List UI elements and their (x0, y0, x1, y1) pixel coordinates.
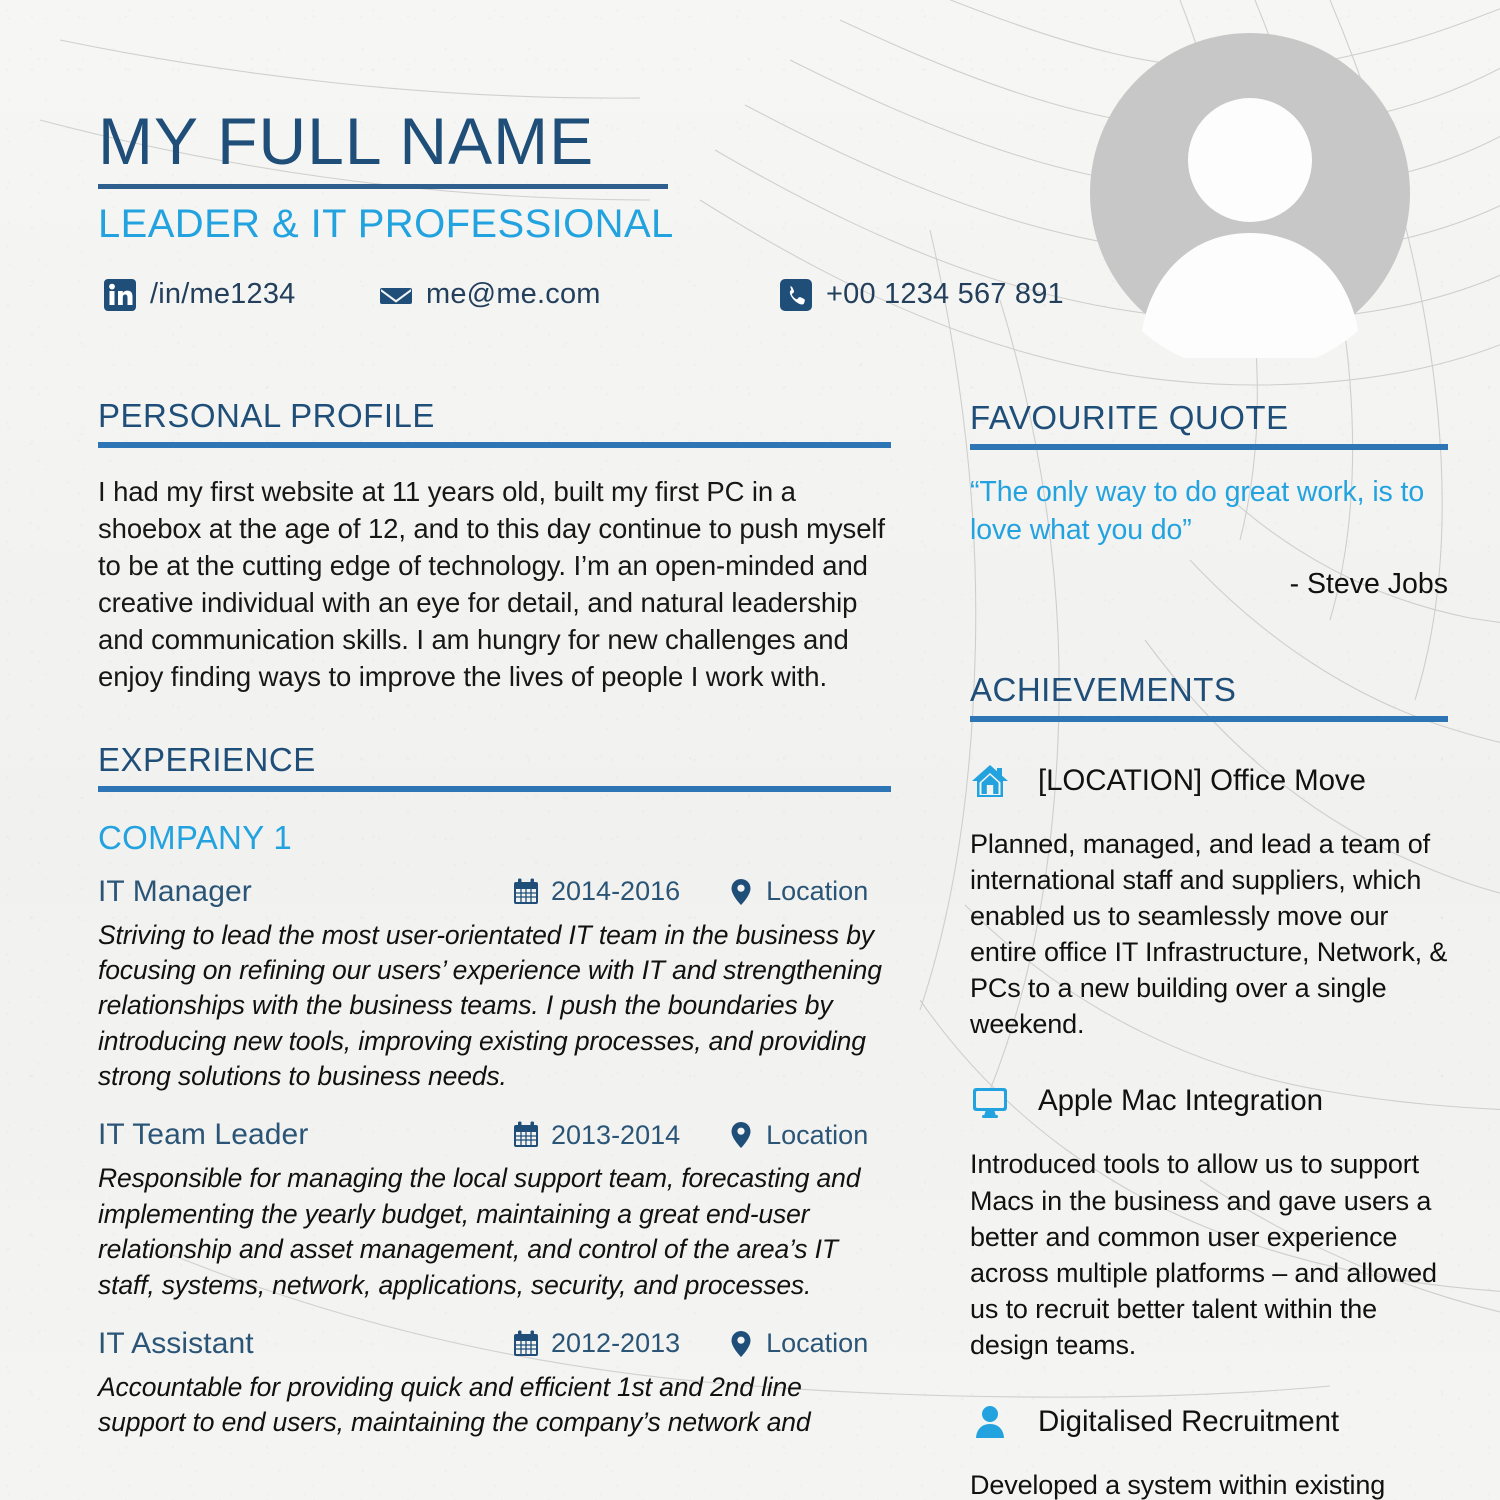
role-dates: 2012-2013 (551, 1328, 681, 1359)
experience-role: IT Manager 2014-2016 Location Striving t… (98, 873, 891, 1095)
personal-profile-text: I had my first website at 11 years old, … (98, 476, 885, 693)
role-meta: 2013-2014 Location (513, 1120, 868, 1151)
calendar-icon (514, 1121, 538, 1148)
header-block: MY FULL NAME LEADER & IT PROFESSIONAL (98, 108, 898, 245)
achievement-header: Apple Mac Integration (970, 1078, 1448, 1124)
achievement-item: [LOCATION] Office Move Planned, managed,… (970, 758, 1448, 1042)
location-pin-icon (731, 878, 751, 905)
contact-email[interactable]: me@me.com (380, 278, 601, 311)
role-dates: 2013-2014 (551, 1119, 681, 1150)
calendar-icon (514, 878, 538, 904)
achievement-title: Digitalised Recruitment (1038, 1404, 1340, 1438)
contact-linkedin-text: /in/me1234 (150, 278, 296, 310)
achievement-title: [LOCATION] Office Move (1038, 764, 1366, 798)
experience-role: IT Team Leader 2013-2014 Location Respon… (98, 1116, 891, 1303)
contact-phone[interactable]: +00 1234 567 891 (780, 278, 1064, 311)
achievement-header: Digitalised Recruitment (970, 1399, 1448, 1445)
achievements-rule (970, 716, 1448, 723)
personal-profile-heading: PERSONAL PROFILE (98, 397, 435, 434)
quote-text: “The only way to do great work, is to lo… (970, 476, 1425, 547)
role-location: Location (766, 1328, 869, 1359)
role-header-row: IT Assistant 2012-2013 Location (98, 1325, 891, 1363)
contact-row: /in/me1234 me@me.com +00 1234 567 891 (100, 278, 1100, 322)
achievement-header: [LOCATION] Office Move (970, 758, 1448, 804)
role-meta: 2012-2013 Location (513, 1328, 868, 1359)
role-description: Responsible for managing the local suppo… (98, 1163, 861, 1300)
achievement-item: Digitalised Recruitment Developed a syst… (970, 1399, 1448, 1500)
monitor-icon (973, 1088, 1007, 1119)
contact-phone-text: +00 1234 567 891 (826, 278, 1064, 310)
person-icon (976, 1405, 1004, 1438)
contact-email-text: me@me.com (426, 278, 601, 310)
linkedin-icon (104, 278, 136, 311)
location-pin-icon (731, 1122, 751, 1149)
achievement-body: Introduced tools to allow us to support … (970, 1149, 1437, 1360)
company-name: COMPANY 1 (98, 819, 293, 857)
email-icon (380, 287, 412, 304)
section-achievements: ACHIEVEMENTS [LOCATION] Office Move Plan… (970, 671, 1448, 1500)
experience-rule (98, 786, 891, 793)
achievements-heading: ACHIEVEMENTS (970, 671, 1237, 708)
role-location: Location (766, 876, 869, 907)
quote-author: - Steve Jobs (1289, 567, 1448, 600)
section-experience: EXPERIENCE COMPANY 1 IT Manager 2014-201… (98, 741, 891, 1441)
role-location: Location (766, 1119, 869, 1150)
achievement-item: Apple Mac Integration Introduced tools t… (970, 1078, 1448, 1362)
experience-role: IT Assistant 2012-2013 Location Accounta… (98, 1325, 891, 1441)
favourite-quote-heading: FAVOURITE QUOTE (970, 399, 1289, 436)
role-title: IT Assistant (98, 1326, 254, 1360)
name-underline (98, 184, 668, 189)
contact-linkedin[interactable]: /in/me1234 (104, 278, 296, 311)
page-title: MY FULL NAME (98, 104, 595, 178)
calendar-icon (514, 1330, 538, 1356)
role-header-row: IT Manager 2014-2016 Location (98, 873, 891, 911)
role-description: Striving to lead the most user-orientate… (98, 919, 882, 1092)
role-meta: 2014-2016 Location (513, 876, 868, 907)
personal-profile-rule (98, 442, 891, 449)
achievement-body: Developed a system within existing (970, 1469, 1386, 1500)
job-tagline: LEADER & IT PROFESSIONAL (98, 202, 674, 246)
achievement-body: Planned, managed, and lead a team of int… (970, 829, 1448, 1040)
role-title: IT Team Leader (98, 1118, 309, 1152)
role-header-row: IT Team Leader 2013-2014 Location (98, 1116, 891, 1154)
avatar (1090, 33, 1410, 358)
role-description: Accountable for providing quick and effi… (98, 1371, 811, 1438)
experience-heading: EXPERIENCE (98, 741, 316, 778)
role-title: IT Manager (98, 874, 252, 908)
section-personal-profile: PERSONAL PROFILE I had my first website … (98, 397, 891, 696)
home-icon (972, 765, 1008, 798)
phone-icon (780, 278, 812, 311)
location-pin-icon (731, 1330, 751, 1357)
role-dates: 2014-2016 (551, 876, 681, 907)
achievement-title: Apple Mac Integration (1038, 1084, 1323, 1118)
favourite-quote-rule (970, 444, 1448, 451)
section-favourite-quote: FAVOURITE QUOTE “The only way to do grea… (970, 399, 1448, 601)
